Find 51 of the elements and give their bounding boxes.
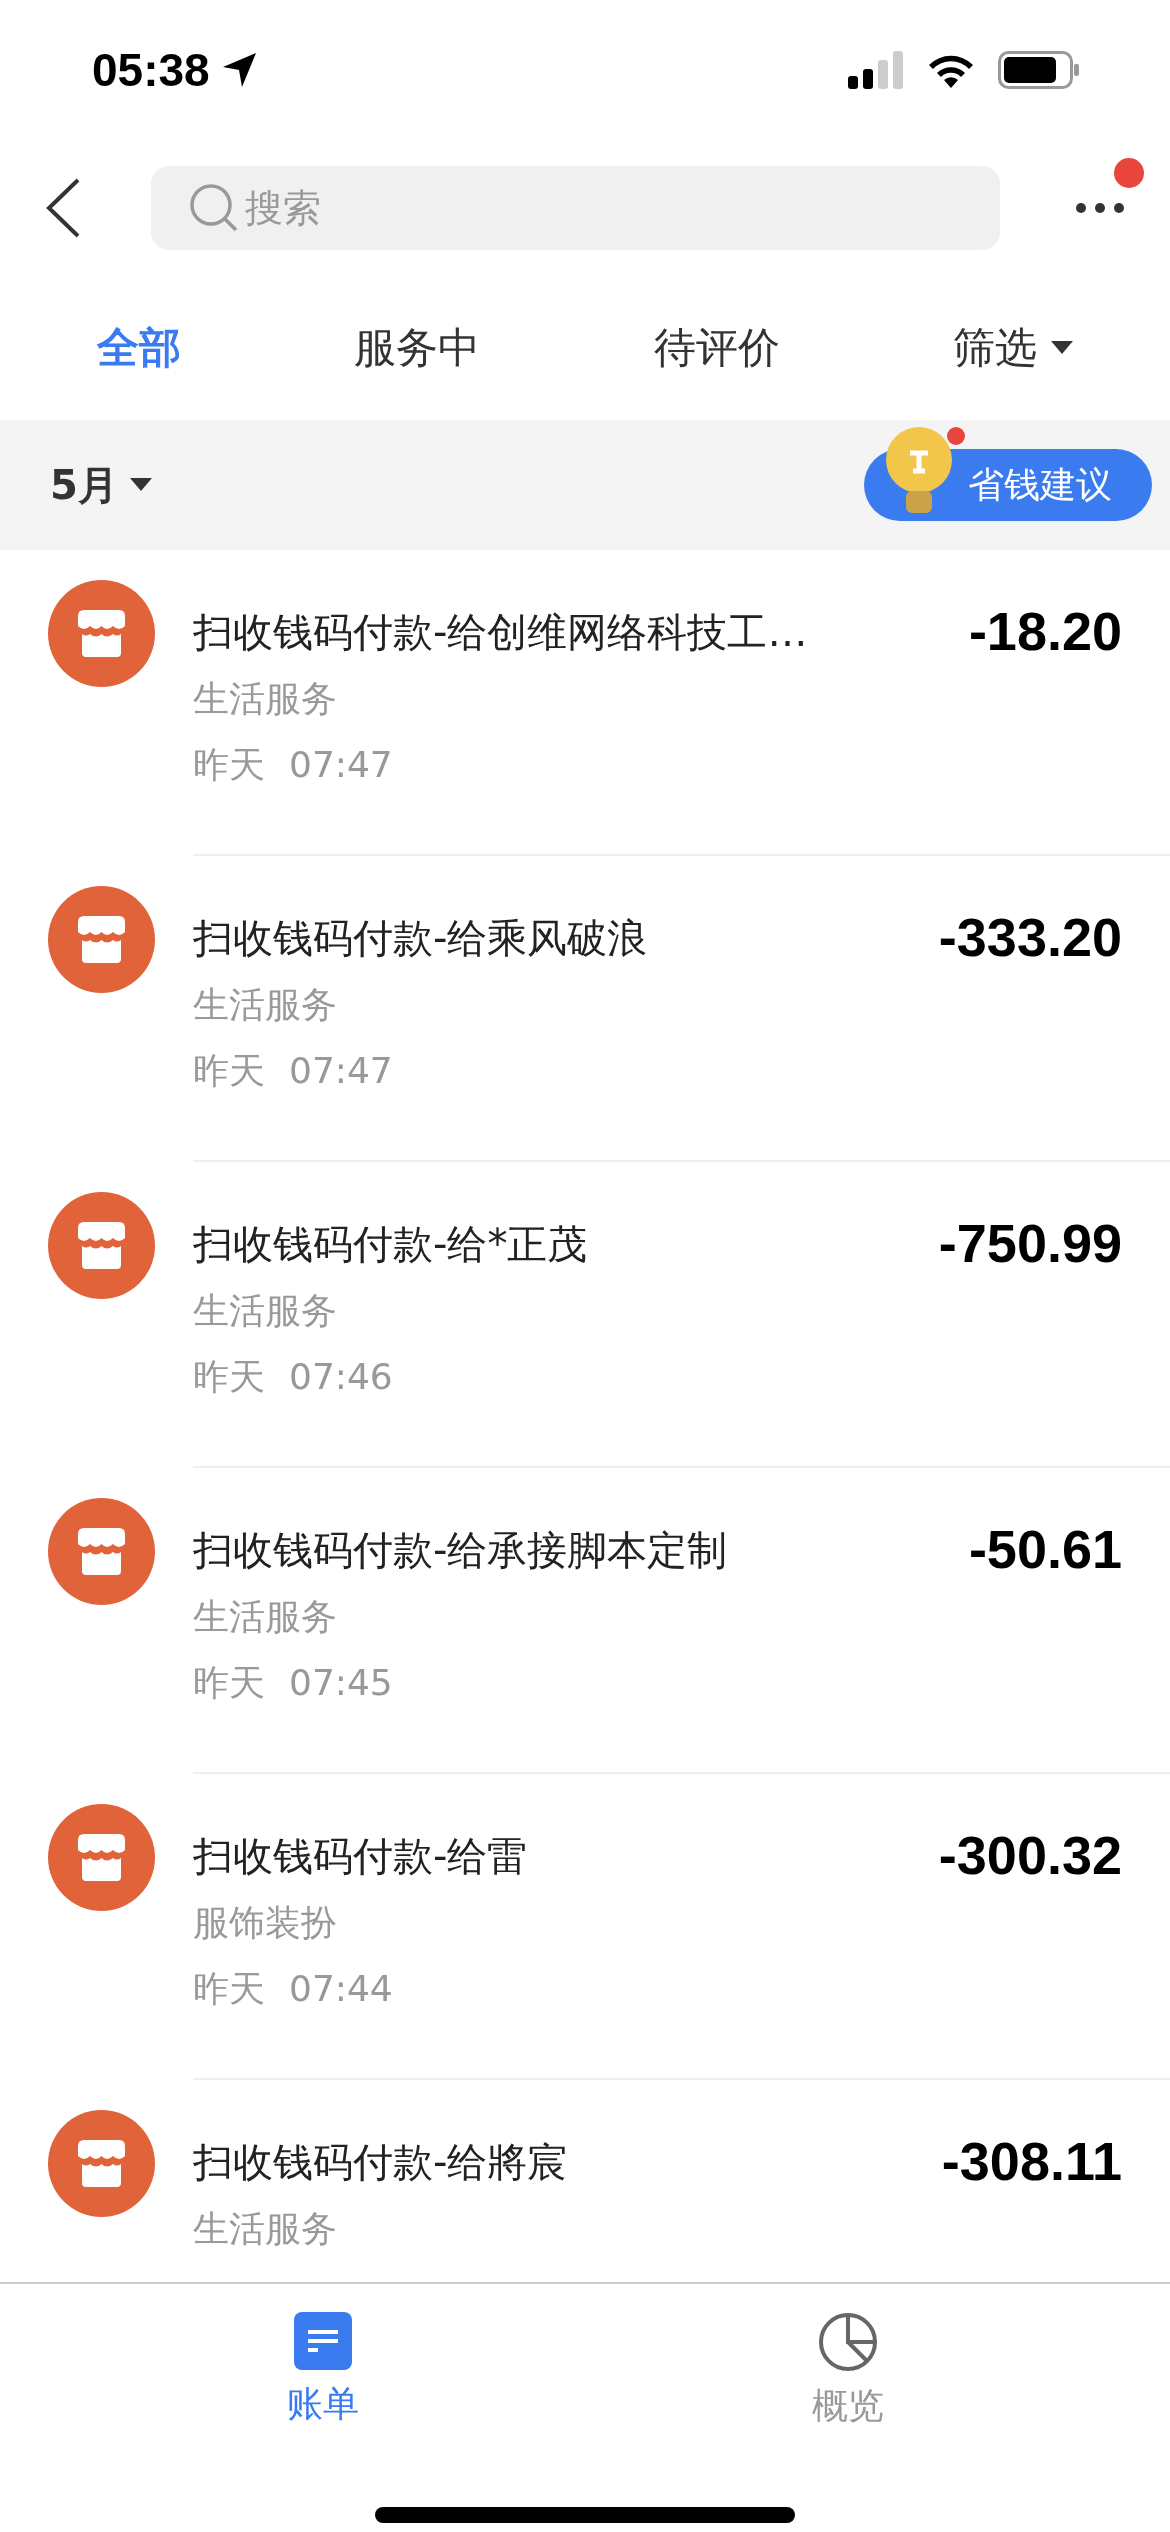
transaction-time: 07:46 <box>289 1355 393 1399</box>
transaction-category: 生活服务 <box>193 677 338 721</box>
caret-icon <box>1051 340 1074 355</box>
caret-icon <box>129 478 152 492</box>
shop-icon <box>48 2110 155 2217</box>
transaction-title: 扫收钱码付款-给雷 <box>193 1832 529 1881</box>
more-icon[interactable] <box>1075 201 1125 214</box>
battery-icon <box>998 51 1080 89</box>
back-icon[interactable] <box>45 177 81 238</box>
transaction-amount: -333.20 <box>938 906 1122 969</box>
transaction-time: 07:45 <box>289 1661 393 1705</box>
document-icon <box>293 2312 352 2370</box>
transaction-category: 生活服务 <box>193 983 338 1027</box>
transaction-category: 生活服务 <box>193 2207 338 2251</box>
transaction-date: 昨天 <box>193 1967 265 2011</box>
transaction-category: 生活服务 <box>193 1289 338 1333</box>
search-field[interactable]: 搜索 <box>151 165 1000 250</box>
month-dropdown[interactable]: 5月 <box>50 457 152 513</box>
transaction-title: 扫收钱码付款-给创维网络科技工… <box>193 608 809 657</box>
filter-tab[interactable]: 待评价 <box>643 309 790 386</box>
transaction-amount: -300.32 <box>938 1824 1122 1887</box>
transaction-title: 扫收钱码付款-给將宸 <box>193 2138 569 2187</box>
status-time: 05:38 <box>92 43 210 97</box>
transaction-amount: -750.99 <box>938 1212 1122 1275</box>
transaction-time: 07:47 <box>289 1049 393 1093</box>
filter-tab[interactable]: 服务中 <box>344 309 491 386</box>
transaction-date: 昨天 <box>193 1355 265 1399</box>
transaction-time: 07:47 <box>289 743 393 787</box>
transaction-date: 昨天 <box>193 1049 265 1093</box>
transaction-amount: -50.61 <box>968 1518 1122 1581</box>
transaction-title: 扫收钱码付款-给乘风破浪 <box>193 914 649 963</box>
shop-icon <box>48 1498 155 1605</box>
transaction-category: 生活服务 <box>193 1595 338 1639</box>
pie-chart-icon <box>817 2312 878 2372</box>
shop-icon <box>48 580 155 687</box>
transaction-amount: -18.20 <box>968 600 1122 663</box>
filter-dropdown[interactable]: 筛选 <box>943 309 1084 386</box>
transaction-category: 服饰装扮 <box>193 1901 338 1945</box>
shop-icon <box>48 1804 155 1911</box>
transaction-title: 扫收钱码付款-给*正茂 <box>193 1220 589 1269</box>
transaction-date: 昨天 <box>193 1661 265 1705</box>
signal-icon <box>848 50 904 90</box>
transaction-amount: -308.11 <box>941 2130 1122 2193</box>
shop-icon <box>48 1192 155 1299</box>
transaction-title: 扫收钱码付款-给承接脚本定制 <box>193 1526 729 1575</box>
transaction-time: 07:44 <box>289 1967 393 2011</box>
transaction-date: 昨天 <box>193 743 265 787</box>
filter-tab[interactable]: 全部 <box>86 309 191 386</box>
search-icon <box>189 182 239 233</box>
nav-tab[interactable]: 账单 <box>246 2312 399 2431</box>
shop-icon <box>48 886 155 993</box>
